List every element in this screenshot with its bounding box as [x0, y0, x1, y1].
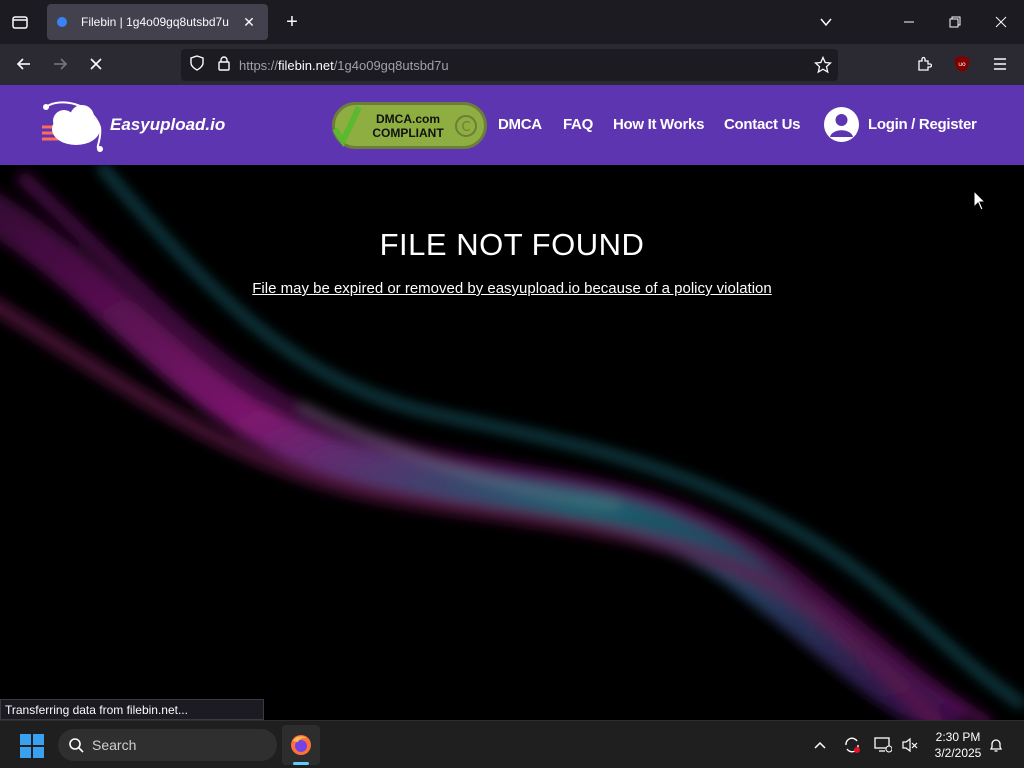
- sync-icon[interactable]: [842, 735, 862, 755]
- windows-taskbar: Search 2:30 PM 3/2/2025: [0, 720, 1024, 768]
- user-avatar-icon: [824, 107, 859, 142]
- checkmark-icon: [332, 105, 361, 147]
- system-clock[interactable]: 2:30 PM 3/2/2025: [928, 729, 988, 761]
- windows-start-icon[interactable]: [20, 734, 44, 758]
- clock-date: 3/2/2025: [934, 746, 982, 760]
- policy-violation-link[interactable]: File may be expired or removed by easyup…: [0, 280, 1024, 297]
- active-tab[interactable]: Filebin | 1g4o09gq8utsbd7u ✕: [47, 4, 268, 40]
- notification-bell-icon[interactable]: [986, 735, 1006, 755]
- taskbar-search[interactable]: Search: [58, 729, 277, 761]
- url-bar[interactable]: https://filebin.net/1g4o09gq8utsbd7u: [181, 49, 838, 81]
- back-icon[interactable]: [10, 50, 38, 78]
- active-app-indicator: [293, 762, 309, 765]
- forward-icon[interactable]: [46, 50, 74, 78]
- tab-close-icon[interactable]: ✕: [240, 14, 258, 31]
- nav-link-dmca[interactable]: DMCA: [498, 116, 542, 133]
- clock-time: 2:30 PM: [935, 730, 981, 744]
- ublock-icon[interactable]: uo: [948, 50, 976, 78]
- dmca-compliant-badge[interactable]: DMCA.com COMPLIANT C: [332, 102, 487, 149]
- url-text[interactable]: https://filebin.net/1g4o09gq8utsbd7u: [239, 58, 449, 73]
- shield-icon[interactable]: [189, 54, 205, 76]
- firefox-taskbar-icon[interactable]: [282, 725, 320, 765]
- search-icon: [69, 738, 84, 753]
- minimize-icon[interactable]: [895, 8, 923, 36]
- login-register-label: Login / Register: [868, 116, 977, 133]
- browser-status-bar: Transferring data from filebin.net...: [0, 699, 264, 720]
- bookmark-star-icon[interactable]: [813, 55, 833, 79]
- browser-tab-bar: Filebin | 1g4o09gq8utsbd7u ✕ +: [0, 0, 1024, 44]
- site-logo[interactable]: Easyupload.io: [40, 97, 225, 153]
- login-register-button[interactable]: Login / Register: [824, 107, 977, 142]
- restore-icon[interactable]: [941, 8, 969, 36]
- svg-text:uo: uo: [958, 61, 966, 68]
- main-content: FILE NOT FOUND File may be expired or re…: [0, 165, 1024, 720]
- nav-link-faq[interactable]: FAQ: [563, 116, 593, 133]
- nav-link-contact-us[interactable]: Contact Us: [724, 116, 800, 133]
- tab-loading-icon: [57, 17, 67, 27]
- menu-icon[interactable]: [986, 50, 1014, 78]
- lock-icon[interactable]: [217, 55, 231, 76]
- network-icon[interactable]: [873, 735, 893, 755]
- logo-text: Easyupload.io: [110, 115, 226, 134]
- extensions-icon[interactable]: [910, 50, 938, 78]
- browser-nav-bar: https://filebin.net/1g4o09gq8utsbd7u uo: [0, 44, 1024, 85]
- stop-loading-icon[interactable]: [82, 50, 110, 78]
- tab-list-icon[interactable]: [6, 8, 34, 36]
- close-window-icon[interactable]: [987, 8, 1015, 36]
- list-all-tabs-icon[interactable]: [812, 8, 840, 36]
- chevron-up-icon[interactable]: [810, 735, 830, 755]
- mouse-cursor-icon: [973, 190, 987, 211]
- svg-text:C: C: [461, 120, 470, 135]
- tab-title: Filebin | 1g4o09gq8utsbd7u: [81, 15, 229, 29]
- new-tab-icon[interactable]: +: [278, 8, 306, 36]
- dmca-badge-text: DMCA.com COMPLIANT: [372, 111, 444, 140]
- nav-link-how-it-works[interactable]: How It Works: [613, 116, 704, 133]
- search-label: Search: [92, 737, 137, 753]
- page-title: FILE NOT FOUND: [379, 227, 645, 262]
- volume-muted-icon[interactable]: [900, 735, 920, 755]
- copyright-icon: C: [455, 115, 477, 137]
- site-header: Easyupload.io DMCA.com COMPLIANT C DMCA …: [0, 85, 1024, 165]
- cloud-logo-icon: [42, 101, 103, 152]
